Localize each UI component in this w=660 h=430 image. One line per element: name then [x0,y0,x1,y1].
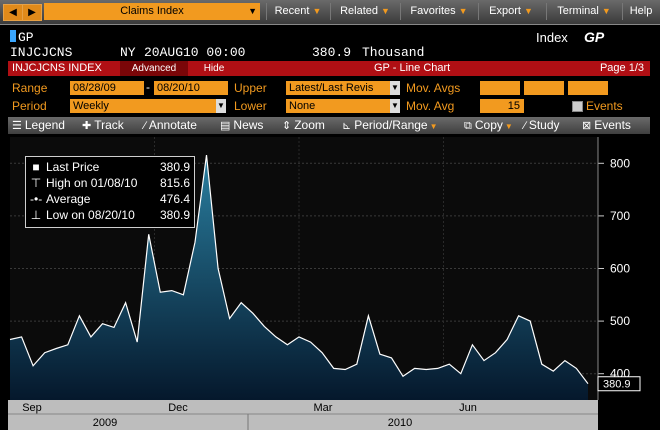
events-button[interactable]: ⊠ Events [582,117,631,135]
news-icon: ▤ [220,120,231,132]
last-price-label: 380.9 [603,379,631,391]
study-icon: ∕ [524,120,526,132]
range-separator: - [146,80,150,94]
news-button[interactable]: ▤ News [220,117,263,135]
copy-icon: ⧉ [464,120,472,132]
unit: Thousand [362,45,425,60]
x-month-label: Jun [459,402,477,414]
legend-high: ⊤ High on 01/08/10 815.6 [30,176,190,190]
study-button[interactable]: ∕ Study [524,117,560,135]
low-marker-icon: ⊥ [30,208,42,222]
security-title-dropdown[interactable]: Claims Index ▼ [44,3,260,20]
index-label: Index [536,30,568,45]
zoom-icon: ⇕ [282,120,292,132]
forward-arrow-icon[interactable]: ▶ [22,4,42,21]
mov-avg-input-2[interactable] [524,81,564,95]
chevron-down-icon: ▼ [458,6,468,16]
menu-help[interactable]: Help [622,3,659,20]
range-label: Range [12,81,48,95]
mov-avg-input-3[interactable] [568,81,608,95]
mov-avg-input[interactable]: 15 [480,99,524,113]
events-icon: ⊠ [582,120,592,132]
upper-label: Upper [234,81,267,95]
high-marker-icon: ⊤ [30,176,42,190]
period-range-button[interactable]: ⊾ Period/Range ▼ [342,117,438,135]
function-code[interactable]: GP [18,30,34,45]
pen-icon: ∕ [144,120,146,132]
copy-button[interactable]: ⧉ Copy ▼ [464,117,513,135]
top-bar: ◀ ▶ Claims Index ▼ Recent ▼ Related ▼ Favo… [0,0,660,25]
menu-export[interactable]: Export ▼ [478,3,543,20]
page-indicator[interactable]: Page 1/3 [600,61,644,76]
y-tick-label: 600 [610,262,630,276]
chevron-down-icon: ▼ [523,6,533,16]
last-price: 380.9 [312,45,352,60]
menu-favorites[interactable]: Favorites ▼ [400,3,477,20]
period-label: Period [12,99,47,113]
legend-last-price: ■ Last Price 380.9 [30,159,190,175]
panel-header: INJCJCNS INDEX Advanced Hide GP - Line C… [8,61,650,76]
lower-label: Lower [234,99,267,113]
zoom-button[interactable]: ⇕ Zoom [282,117,325,135]
y-tick-label: 800 [610,156,630,170]
chevron-down-icon[interactable]: ▼ [390,81,400,95]
chevron-down-icon: ▼ [312,6,322,16]
annotate-button[interactable]: ∕ Annotate [144,117,197,135]
list-icon: ☰ [12,120,22,132]
mov-avgs-label: Mov. Avgs [406,81,461,95]
chart-legend[interactable]: ■ Last Price 380.9 ⊤ High on 01/08/10 81… [25,156,195,228]
square-icon: ■ [32,160,40,174]
track-button[interactable]: ✚ Track [82,117,124,135]
chevron-down-icon[interactable]: ▼ [390,99,400,113]
chevron-down-icon: ▼ [381,6,390,16]
menu-related[interactable]: Related ▼ [330,3,399,20]
events-label: Events [586,99,623,113]
chevron-down-icon: ▼ [601,6,611,16]
x-year-label: 2009 [93,417,117,429]
x-month-label: Dec [168,402,188,414]
mov-avg-label: Mov. Avg [406,99,455,113]
period-icon: ⊾ [342,120,352,132]
mov-avg-input-1[interactable] [480,81,520,95]
range-end-input[interactable]: 08/20/10 [154,81,228,95]
chart-toolbar: ☰ Legend ✚ Track ∕ Annotate ▤ News ⇕ Zoom ⊾ Pe… [8,117,650,134]
lower-select[interactable]: None [286,99,390,113]
date-time: 20AUG10 00:00 [144,45,246,60]
x-year-label: 2010 [388,417,412,429]
x-month-label: Mar [314,402,333,414]
period-select[interactable]: Weekly [70,99,216,113]
legend-low: ⊥ Low on 08/20/10 380.9 [30,208,190,222]
chevron-down-icon: ▼ [504,122,513,131]
average-marker-icon: -•- [30,192,43,206]
chevron-down-icon: ▼ [248,6,257,16]
chevron-down-icon[interactable]: ▼ [216,99,226,113]
crosshair-icon: ✚ [82,120,92,132]
chart-title: GP - Line Chart [374,62,451,74]
advanced-button[interactable]: Advanced [120,61,188,76]
hide-button[interactable]: Hide [190,61,238,76]
ticker-header: GP Index GP INJCJCNS NY 20AUG10 00:00 38… [0,27,660,61]
range-row: Range 08/28/09 - 08/20/10 Upper Latest/L… [8,80,650,97]
y-tick-label: 500 [610,314,630,328]
legend-average: -•- Average 476.4 [30,192,190,206]
location: NY [120,45,136,60]
upper-select[interactable]: Latest/Last Revis [286,81,390,95]
ticker-symbol: INJCJCNS [10,45,73,60]
chevron-down-icon: ▼ [429,122,438,131]
period-row: Period Weekly ▼ Lower None ▼ Mov. Avg 15… [8,98,650,115]
x-month-label: Sep [22,402,42,414]
function-name: GP [584,29,605,45]
menu-recent[interactable]: Recent ▼ [266,3,329,20]
events-checkbox[interactable] [572,101,583,112]
x-axis: Sep Dec Mar Jun 2009 2010 [8,400,598,430]
legend-button[interactable]: ☰ Legend [12,117,65,135]
back-arrow-icon[interactable]: ◀ [3,4,23,21]
security-name: INJCJCNS INDEX [12,62,102,74]
y-tick-label: 700 [610,209,630,223]
security-title: Claims Index [120,5,184,17]
range-start-input[interactable]: 08/28/09 [70,81,144,95]
menu-terminal[interactable]: Terminal ▼ [546,3,621,20]
